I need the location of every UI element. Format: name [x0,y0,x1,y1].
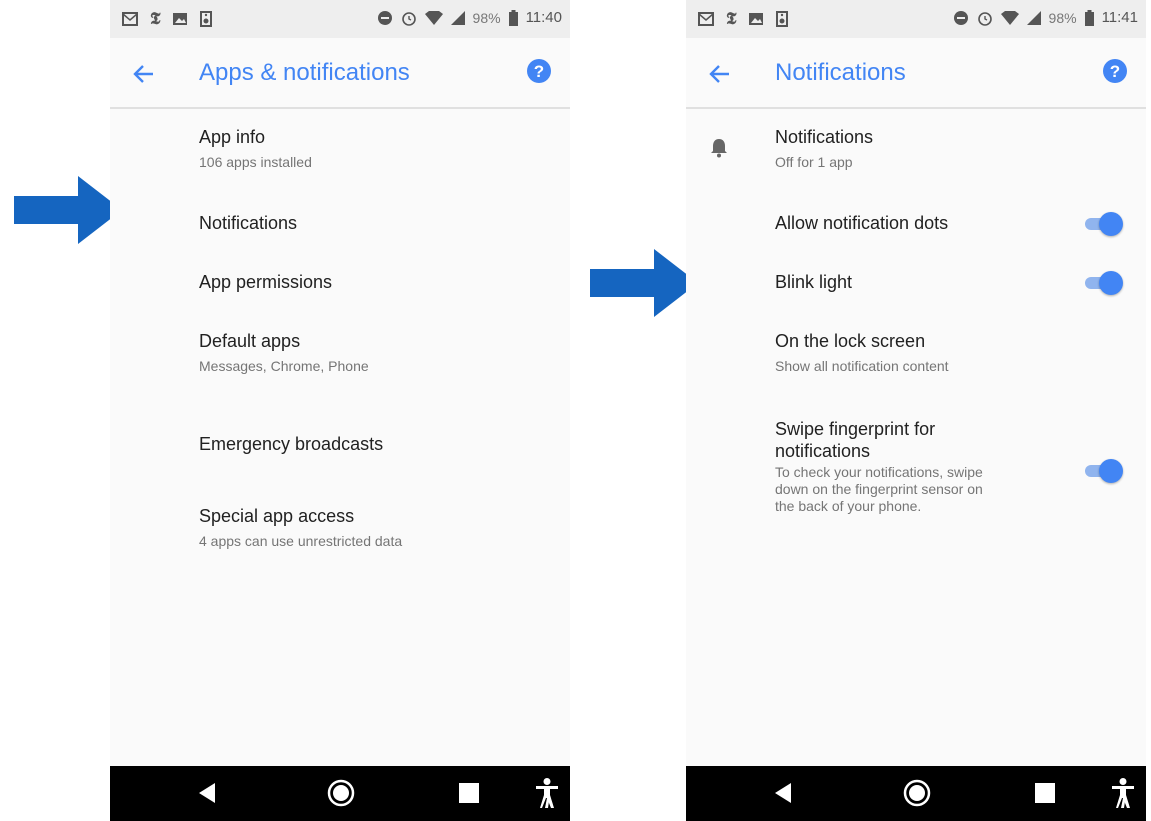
status-bar: 𝕿 98% 11:41 [686,0,1146,38]
item-title: Emergency broadcasts [199,434,384,454]
image-icon [173,13,188,25]
item-title: Notifications [199,213,298,233]
list-item-blink-light[interactable]: Blink light [775,271,1076,293]
nav-recents-icon[interactable] [459,783,479,803]
item-title-line: notifications [775,441,871,461]
list-item-special-app-access[interactable]: Special app access 4 apps can use unrest… [199,505,550,550]
accessibility-icon[interactable] [536,778,558,808]
item-subtitle: 4 apps can use unrestricted data [199,533,403,549]
status-bar: 𝕿 98% 11:40 [110,0,570,38]
do-not-disturb-icon [377,10,392,25]
toggle-swipe-fingerprint[interactable] [1081,457,1123,483]
nav-back-icon[interactable] [775,783,791,803]
list-item-notifications[interactable]: Notifications [199,212,550,234]
signal-icon [1026,10,1041,25]
list-item-notification-dots[interactable]: Allow notification dots [775,212,1076,234]
item-title: App info [199,127,266,147]
wifi-icon [1000,10,1019,25]
settings-list: Notifications Off for 1 app Allow notifi… [686,108,1146,766]
phone-screen-apps-notifications: 𝕿 98% 11:40 Apps & notifications ? App i… [110,0,570,821]
image-icon [749,13,764,25]
alarm-icon [977,11,992,26]
toggle-thumb [1099,459,1123,483]
battery-icon [508,9,518,26]
item-description-line: the back of your phone. [775,498,922,514]
clock: 11:41 [1101,9,1138,26]
toggle-thumb [1099,212,1123,236]
alarm-icon [401,11,416,26]
back-arrow-icon[interactable] [130,60,158,88]
nav-back-icon[interactable] [199,783,215,803]
help-icon[interactable]: ? [526,58,552,84]
news-app-icon: 𝕿 [726,9,737,28]
app-bar: Apps & notifications ? [110,38,570,109]
do-not-disturb-icon [953,10,968,25]
news-app-icon: 𝕿 [150,9,161,28]
mail-icon [122,12,138,26]
list-item-emergency-broadcasts[interactable]: Emergency broadcasts [199,433,550,455]
list-item-swipe-fingerprint[interactable]: Swipe fingerprint for notifications To c… [775,418,1076,515]
list-item-default-apps[interactable]: Default apps Messages, Chrome, Phone [199,330,550,375]
list-item-app-info[interactable]: App info 106 apps installed [199,126,550,171]
svg-text:?: ? [534,62,544,81]
nav-home-icon[interactable] [903,779,931,807]
item-title-line: Swipe fingerprint for [775,419,936,439]
item-subtitle: Off for 1 app [775,154,853,170]
item-subtitle: 106 apps installed [199,154,312,170]
item-title: Allow notification dots [775,213,949,233]
pointer-arrow-icon [590,249,698,317]
accessibility-icon[interactable] [1112,778,1134,808]
back-arrow-icon[interactable] [706,60,734,88]
pointer-arrow-icon [14,176,122,244]
item-description-line: down on the fingerprint sensor on [775,481,983,497]
app-bar: Notifications ? [686,38,1146,109]
item-title: Notifications [775,127,874,147]
item-title: On the lock screen [775,331,926,351]
navigation-bar [686,766,1146,821]
bell-icon [711,139,727,158]
navigation-bar [110,766,570,821]
svg-text:?: ? [1110,62,1120,81]
help-icon[interactable]: ? [1102,58,1128,84]
speaker-icon [776,11,789,27]
item-subtitle: Show all notification content [775,358,949,374]
battery-percent: 98% [1048,9,1077,26]
speaker-icon [200,11,213,27]
list-item-notifications[interactable]: Notifications Off for 1 app [775,126,1126,171]
item-subtitle: Messages, Chrome, Phone [199,358,369,374]
list-item-app-permissions[interactable]: App permissions [199,271,550,293]
mail-icon [698,12,714,26]
battery-icon [1084,9,1094,26]
item-title: Special app access [199,506,355,526]
page-title: Notifications [775,59,906,86]
item-description-line: To check your notifications, swipe [775,464,983,480]
nav-home-icon[interactable] [327,779,355,807]
nav-recents-icon[interactable] [1035,783,1055,803]
toggle-notification-dots[interactable] [1081,210,1123,236]
signal-icon [450,10,465,25]
toggle-thumb [1099,271,1123,295]
battery-percent: 98% [472,9,501,26]
toggle-blink-light[interactable] [1081,269,1123,295]
item-title: Blink light [775,272,853,292]
settings-list: App info 106 apps installed Notification… [110,108,570,766]
item-title: App permissions [199,272,333,292]
phone-screen-notifications: 𝕿 98% 11:41 Notifications ? Notification… [686,0,1146,821]
page-title: Apps & notifications [199,59,410,86]
item-title: Default apps [199,331,301,351]
list-item-lock-screen[interactable]: On the lock screen Show all notification… [775,330,1126,375]
wifi-icon [424,10,443,25]
clock: 11:40 [525,9,562,26]
